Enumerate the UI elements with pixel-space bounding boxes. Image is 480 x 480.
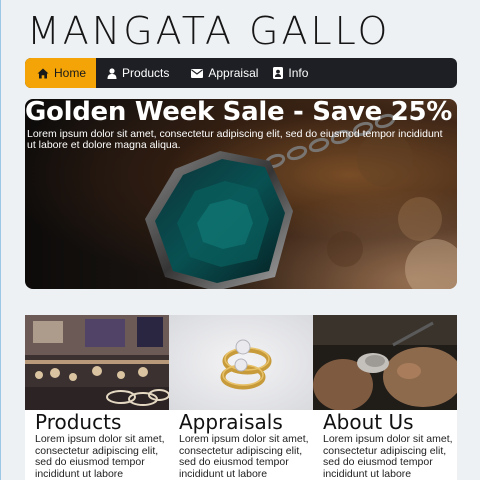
home-icon — [37, 68, 49, 79]
card-products[interactable]: Products Lorem ipsum dolor sit amet, con… — [25, 315, 169, 480]
card-title-about-us: About Us — [323, 410, 414, 434]
hero-banner[interactable]: Golden Week Sale - Save 25% Lorem ipsum … — [25, 99, 457, 289]
nav-label-appraisal: Appraisal — [208, 66, 259, 80]
card-about-us[interactable]: About Us Lorem ipsum dolor sit amet, con… — [313, 315, 457, 480]
contact-card-icon — [273, 67, 284, 79]
user-icon — [107, 67, 117, 79]
card-title-appraisals: Appraisals — [179, 410, 283, 434]
card-appraisals[interactable]: Appraisals Lorem ipsum dolor sit amet, c… — [169, 315, 313, 480]
nav-item-products[interactable]: Products — [96, 58, 180, 88]
card-text-products: Lorem ipsum dolor sit amet, consectetur … — [35, 433, 165, 480]
card-appraisals-image — [169, 315, 313, 410]
page: MANGATA GALLO Home Products Appraisal In… — [0, 0, 480, 480]
nav-item-home[interactable]: Home — [25, 58, 97, 88]
card-text-appraisals: Lorem ipsum dolor sit amet, consectetur … — [179, 433, 309, 480]
nav-label-home: Home — [54, 66, 87, 80]
hero-title: Golden Week Sale - Save 25% — [25, 99, 453, 127]
nav-label-products: Products — [122, 66, 170, 80]
card-about-us-image — [313, 315, 457, 410]
envelope-icon — [191, 68, 204, 78]
nav-item-info[interactable]: Info — [269, 58, 319, 88]
card-title-products: Products — [35, 410, 122, 434]
card-text-about-us: Lorem ipsum dolor sit amet, consectetur … — [323, 433, 453, 480]
nav-item-appraisal[interactable]: Appraisal — [180, 58, 269, 88]
main-nav: Home Products Appraisal Info — [25, 58, 457, 88]
site-logo-text[interactable]: MANGATA GALLO — [27, 8, 457, 54]
card-products-image — [25, 315, 169, 410]
nav-label-info: Info — [288, 66, 309, 80]
hero-text: Lorem ipsum dolor sit amet, consectetur … — [27, 128, 443, 151]
